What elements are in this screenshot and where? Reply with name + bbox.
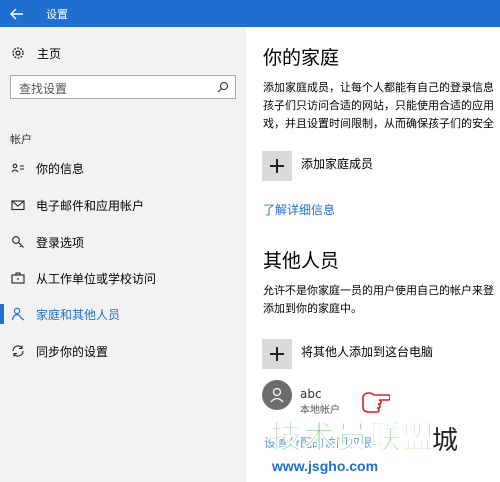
sidebar-item-email-accounts[interactable]: 电子邮件和应用帐户 [0, 190, 246, 220]
sidebar-item-your-info[interactable]: 你的信息 [0, 153, 246, 183]
key-icon [12, 236, 24, 248]
sidebar-item-label: 从工作单位或学校访问 [36, 272, 157, 286]
add-family-member-label: 添加家庭成员 [301, 156, 374, 171]
search-icon[interactable] [217, 81, 229, 93]
arrow-left-icon [10, 8, 23, 19]
user-name: abc [300, 387, 322, 401]
sidebar-item-label: 你的信息 [36, 162, 85, 176]
sidebar-item-label: 家庭和其他人员 [36, 308, 121, 322]
window-title: 设置 [46, 8, 68, 21]
sidebar-item-label: 电子邮件和应用帐户 [36, 199, 145, 213]
person-icon [11, 307, 25, 321]
family-desc-line: 戏，并且设置时间限制，从而确保孩子们的安全 [263, 117, 494, 130]
sidebar-item-label: 登录选项 [36, 236, 85, 250]
plus-icon [262, 151, 292, 181]
watermark-city-text: 城 [432, 426, 459, 456]
gear-icon [12, 47, 24, 59]
watermark-text: 技术员联盟 [269, 418, 436, 457]
family-description: 添加家庭成员，让每个人都能有自己的登录信息 孩子们只访问合适的网站，只能使用合适… [263, 79, 500, 133]
add-other-person-button[interactable]: 将其他人添加到这台电脑 [262, 339, 433, 369]
sync-icon [12, 345, 24, 357]
home-label: 主页 [37, 46, 62, 61]
family-heading: 你的家庭 [263, 47, 340, 69]
family-desc-line: 添加家庭成员，让每个人都能有自己的登录信息 [263, 81, 494, 94]
add-family-member-button[interactable]: 添加家庭成员 [262, 151, 373, 181]
search-input[interactable]: 查找设置 [10, 75, 236, 99]
contact-card-icon [11, 163, 24, 173]
watermark-url: www.jsgho.com [272, 458, 379, 474]
plus-icon [262, 339, 292, 369]
others-desc-line: 允许不是你家庭一员的用户使用自己的帐户来登 [263, 284, 494, 297]
avatar [262, 380, 292, 410]
sidebar-item-sync[interactable]: 同步你的设置 [0, 336, 246, 366]
back-button[interactable] [0, 0, 34, 27]
sidebar: 主页 查找设置 帐户 你的信息 电子邮件和应用帐户 登录选项 从工作单位或学校访… [0, 27, 246, 482]
others-heading: 其他人员 [263, 250, 340, 272]
briefcase-icon [11, 272, 25, 284]
sidebar-item-work-school[interactable]: 从工作单位或学校访问 [0, 263, 246, 293]
family-desc-line: 孩子们只访问合适的网站，只能使用合适的应用 [263, 99, 494, 112]
mail-icon [11, 200, 25, 211]
pointing-hand-icon [362, 392, 390, 413]
section-title: 帐户 [10, 133, 32, 146]
home-nav-item[interactable]: 主页 [11, 43, 61, 63]
sidebar-item-family[interactable]: 家庭和其他人员 [0, 299, 246, 329]
watermark: 设置分配的访问权限 技术员联盟 城 www.jsgho.com [264, 412, 500, 482]
sidebar-item-label: 同步你的设置 [36, 345, 109, 359]
learn-more-link[interactable]: 了解详细信息 [263, 201, 335, 218]
search-placeholder: 查找设置 [19, 82, 68, 96]
others-desc-line: 添加到你的家庭中。 [263, 302, 362, 315]
title-bar: 设置 [0, 0, 500, 27]
sidebar-item-sign-in-options[interactable]: 登录选项 [0, 227, 246, 257]
others-description: 允许不是你家庭一员的用户使用自己的帐户来登 添加到你的家庭中。 [263, 282, 500, 318]
add-other-person-label: 将其他人添加到这台电脑 [301, 344, 434, 359]
person-icon [270, 387, 284, 403]
